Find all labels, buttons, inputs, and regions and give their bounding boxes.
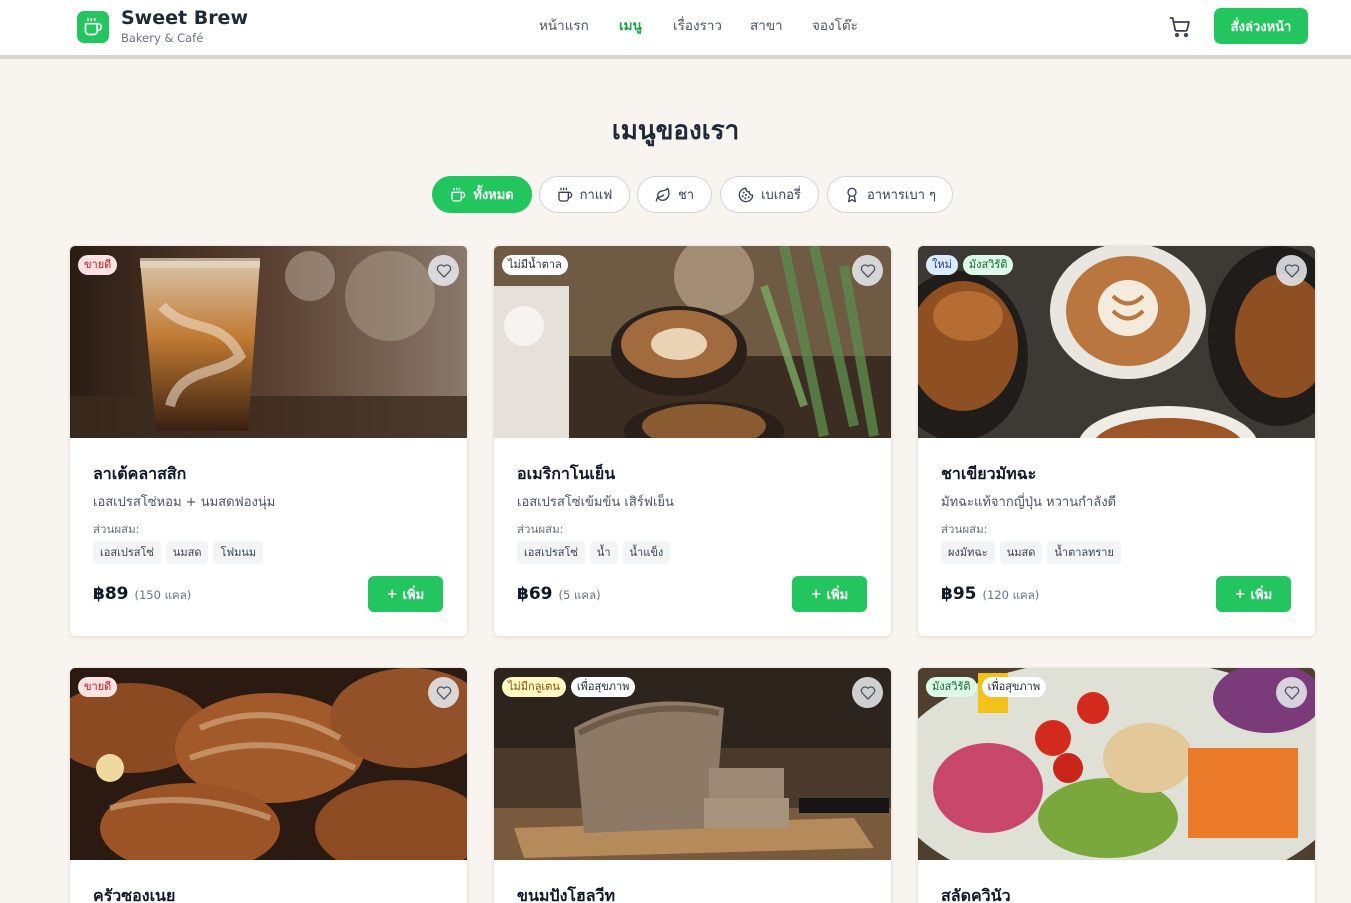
ingredient-tag: ผงมัทฉะ	[941, 541, 995, 564]
ingredients-label: ส่วนผสม:	[517, 522, 564, 536]
add-to-cart-button[interactable]: + เพิ่ม	[792, 576, 867, 612]
main-nav: หน้าแรก เมนู เรื่องราว สาขา จองโต๊ะ	[0, 17, 1351, 37]
menu-card-wholewheat-bread: ไม่มีกลูเตน เพื่อสุขภาพ ขนมปังโฮลวีท	[493, 667, 892, 903]
salad-photo: มังสวิรัติ เพื่อสุขภาพ	[918, 668, 1315, 860]
filter-label: ทั้งหมด	[473, 188, 514, 203]
nav-item-home[interactable]: หน้าแรก	[539, 17, 589, 35]
filter-label: อาหารเบา ๆ	[866, 188, 937, 203]
filter-all[interactable]: ทั้งหมด	[432, 176, 532, 213]
americano-photo: ไม่มีน้ำตาล	[494, 246, 891, 438]
status-badge: เพื่อสุขภาพ	[570, 677, 636, 697]
matcha-photo: ใหม่ มังสวิรัติ	[918, 246, 1315, 438]
preorder-button[interactable]: สั่งล่วงหน้า	[1214, 8, 1308, 44]
item-name: ชาเขียวมัทฉะ	[941, 464, 1037, 483]
item-name: อเมริกาโนเย็น	[517, 464, 616, 483]
ingredient-tag: น้ำ	[589, 541, 618, 564]
badge-group: มังสวิรัติ เพื่อสุขภาพ	[926, 677, 1047, 697]
ingredient-list: เอสเปรสโซ่ นมสด โฟมนม	[93, 541, 443, 564]
item-price: ฿69 (5 แคล)	[517, 583, 601, 604]
favorite-heart-icon[interactable]	[852, 677, 883, 708]
ingredient-list: ผงมัทฉะ นมสด น้ำตาลทราย	[941, 541, 1291, 564]
nav-item-story[interactable]: เรื่องราว	[673, 17, 722, 35]
filter-tea[interactable]: ชา	[637, 176, 712, 213]
ingredients-label: ส่วนผสม:	[93, 522, 140, 536]
cart-icon[interactable]	[1168, 15, 1192, 39]
ingredient-list: เอสเปรสโซ่ น้ำ น้ำแข็ง	[517, 541, 867, 564]
croissant-photo: ขายดี	[70, 668, 467, 860]
bread-photo: ไม่มีกลูเตน เพื่อสุขภาพ	[494, 668, 891, 860]
ingredient-tag: น้ำแข็ง	[622, 541, 671, 564]
filter-coffee[interactable]: กาแฟ	[539, 176, 630, 213]
nav-item-menu[interactable]: เมนู	[619, 17, 642, 35]
badge-group: ขายดี	[78, 255, 118, 275]
item-calories: (150 แคล)	[134, 587, 192, 602]
cup-icon	[451, 187, 466, 202]
filter-bakery[interactable]: เบเกอรี่	[720, 176, 819, 213]
menu-card-latte: ขายดี ลาเต้คลาสสิก เอสเปรสโซ่หอม + นมสดฟ…	[69, 245, 468, 637]
status-badge: ไม่มีกลูเตน	[502, 677, 566, 697]
plus-icon: +	[1234, 586, 1246, 602]
item-name: ขนมปังโฮลวีท	[517, 886, 616, 903]
favorite-heart-icon[interactable]	[852, 255, 883, 286]
item-calories: (5 แคล)	[558, 587, 601, 602]
page-title: เมนูของเรา	[611, 116, 740, 146]
coffee-icon	[557, 187, 572, 202]
item-name: สลัดควินัว	[941, 886, 1011, 903]
item-description: เอสเปรสโซ่เข้มข้น เสิร์ฟเย็น	[517, 495, 674, 510]
ingredient-tag: เอสเปรสโซ่	[93, 541, 161, 564]
menu-card-matcha: ใหม่ มังสวิรัติ ชาเขียวมัทฉะ มัทฉะแท้จาก…	[917, 245, 1316, 637]
ingredient-tag: โฟมนม	[213, 541, 264, 564]
category-filters: ทั้งหมด กาแฟ ชา เบเกอรี่ อาหารเบา ๆ	[0, 176, 1351, 213]
ingredient-tag: นมสด	[165, 541, 209, 564]
badge-group: ใหม่ มังสวิรัติ	[926, 255, 1014, 275]
item-price: ฿89 (150 แคล)	[93, 583, 192, 604]
leaf-icon	[655, 187, 670, 202]
item-name: ลาเต้คลาสสิก	[93, 464, 187, 483]
latte-photo: ขายดี	[70, 246, 467, 438]
favorite-heart-icon[interactable]	[428, 677, 459, 708]
favorite-heart-icon[interactable]	[1276, 255, 1307, 286]
status-badge: ขายดี	[78, 677, 118, 697]
nav-item-branches[interactable]: สาขา	[750, 17, 783, 35]
status-badge: เพื่อสุขภาพ	[981, 677, 1047, 697]
status-badge: มังสวิรัติ	[926, 677, 977, 697]
filter-label: ชา	[677, 188, 695, 203]
menu-card-croissant: ขายดี ครัวซองเนย	[69, 667, 468, 903]
cookie-icon	[738, 187, 754, 202]
badge-group: ขายดี	[78, 677, 118, 697]
status-badge: ขายดี	[78, 255, 118, 275]
favorite-heart-icon[interactable]	[1276, 677, 1307, 708]
filter-label: เบเกอรี่	[761, 188, 801, 203]
status-badge: มังสวิรัติ	[962, 255, 1014, 275]
status-badge: ใหม่	[926, 255, 958, 275]
filter-label: กาแฟ	[579, 188, 613, 203]
award-icon	[847, 187, 857, 202]
filter-snacks[interactable]: อาหารเบา ๆ	[827, 176, 953, 213]
add-to-cart-button[interactable]: + เพิ่ม	[1216, 576, 1291, 612]
menu-card-americano: ไม่มีน้ำตาล อเมริกาโนเย็น เอสเปรสโซ่เข้ม…	[493, 245, 892, 637]
badge-group: ไม่มีกลูเตน เพื่อสุขภาพ	[502, 677, 636, 697]
item-name: ครัวซองเนย	[93, 886, 176, 903]
item-description: มัทฉะแท้จากญี่ปุ่น หวานกำลังดี	[941, 495, 1117, 510]
badge-group: ไม่มีน้ำตาล	[502, 255, 568, 275]
ingredients-label: ส่วนผสม:	[941, 522, 988, 536]
item-calories: (120 แคล)	[982, 587, 1040, 602]
menu-card-quinoa-salad: มังสวิรัติ เพื่อสุขภาพ สลัดควินัว	[917, 667, 1316, 903]
add-to-cart-button[interactable]: + เพิ่ม	[368, 576, 443, 612]
ingredient-tag: นมสด	[999, 541, 1043, 564]
site-header: Sweet Brew Bakery & Café หน้าแรก เมนู เร…	[0, 0, 1351, 59]
favorite-heart-icon[interactable]	[428, 255, 459, 286]
ingredient-tag: น้ำตาลทราย	[1047, 541, 1121, 564]
plus-icon: +	[386, 586, 398, 602]
item-description: เอสเปรสโซ่หอม + นมสดฟองนุ่ม	[93, 495, 276, 510]
ingredient-tag: เอสเปรสโซ่	[517, 541, 585, 564]
item-price: ฿95 (120 แคล)	[941, 583, 1040, 604]
status-badge: ไม่มีน้ำตาล	[502, 255, 568, 275]
plus-icon: +	[810, 586, 822, 602]
nav-item-reserve[interactable]: จองโต๊ะ	[812, 17, 858, 35]
